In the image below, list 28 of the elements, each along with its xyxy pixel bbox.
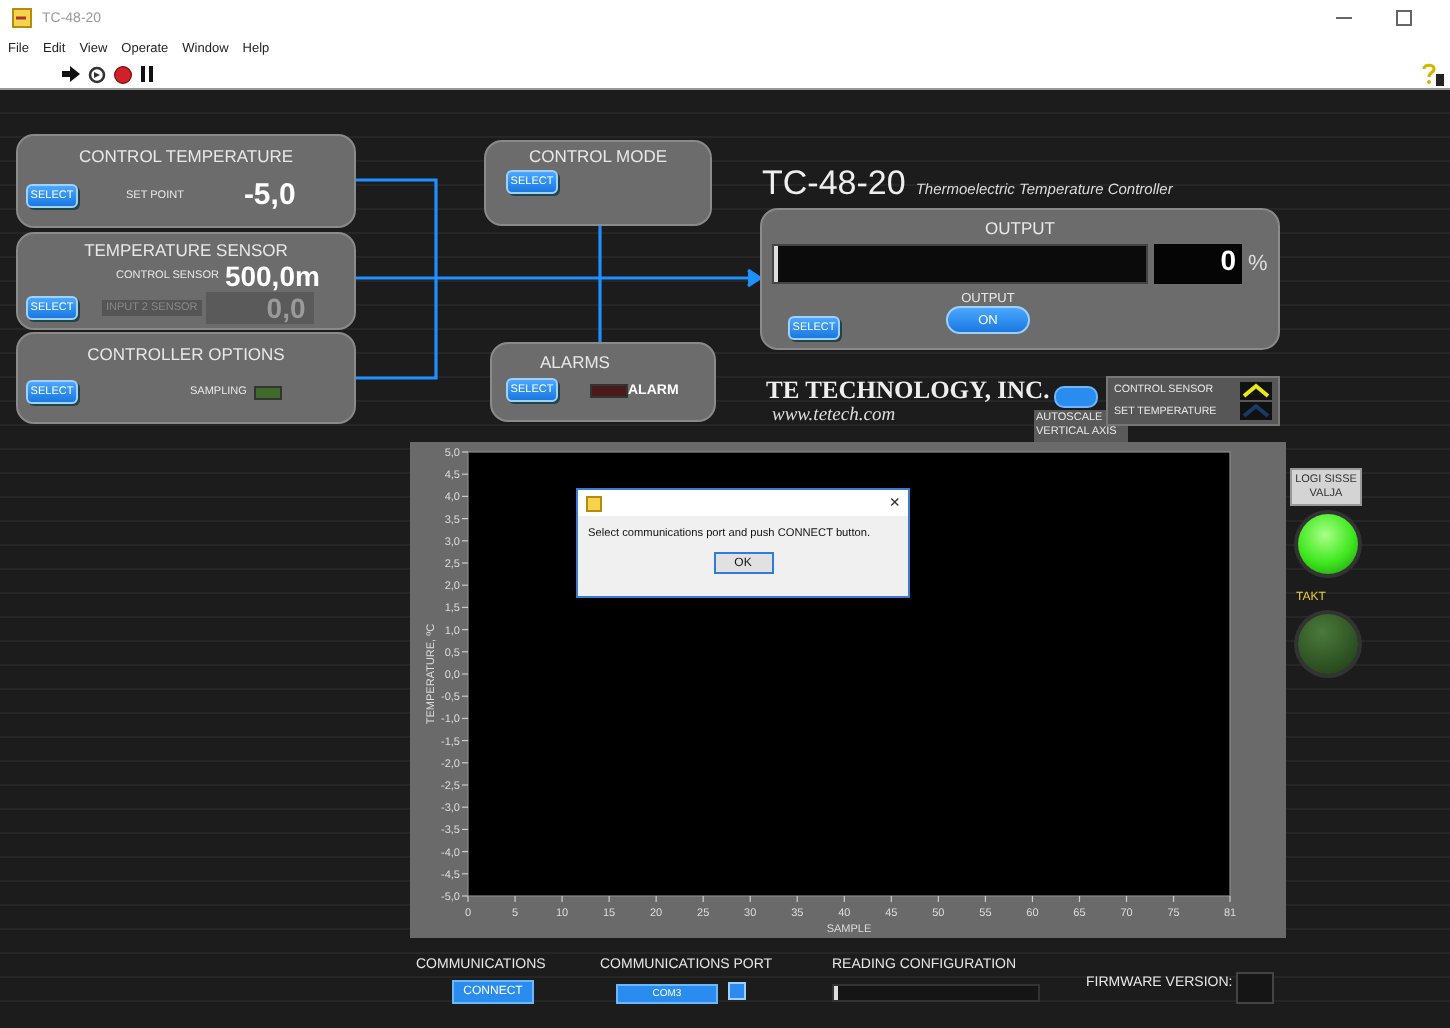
stop-icon[interactable]: [114, 65, 132, 83]
output-value: 0: [1154, 244, 1242, 284]
panel-title: CONTROL TEMPERATURE: [76, 144, 296, 166]
run-continuously-icon[interactable]: [88, 65, 106, 83]
panel-title: TEMPERATURE SENSOR: [82, 238, 290, 260]
model-title: TC-48-20: [762, 164, 906, 204]
company-url[interactable]: www.tetech.com: [772, 406, 896, 426]
pause-icon[interactable]: [140, 66, 154, 82]
connector-line: [598, 226, 602, 342]
run-icon[interactable]: [62, 66, 80, 82]
autoscale-toggle[interactable]: [1054, 386, 1098, 408]
setpoint-value: -5,0: [243, 178, 296, 212]
company-name: TE TECHNOLOGY, INC.: [766, 376, 1050, 406]
firmware-field: [1236, 972, 1274, 1004]
percent-unit: %: [1248, 252, 1268, 276]
line-swatch-icon: [1240, 402, 1272, 421]
panel-title: CONTROLLER OPTIONS: [85, 342, 287, 364]
close-button[interactable]: ×: [889, 494, 900, 512]
app-icon: [586, 495, 602, 511]
help-icon[interactable]: [1420, 62, 1444, 86]
input-2-sensor-value: 0,0: [205, 292, 314, 324]
maximize-icon[interactable]: [1396, 10, 1412, 26]
panel-title: CONTROL MODE: [526, 144, 670, 166]
app-icon: [12, 8, 32, 28]
panel-title: ALARMS: [538, 350, 612, 372]
control-sensor-value: 500,0m: [224, 260, 320, 292]
line-swatch-icon: [1240, 381, 1272, 400]
panel-title: OUTPUT: [983, 216, 1057, 238]
